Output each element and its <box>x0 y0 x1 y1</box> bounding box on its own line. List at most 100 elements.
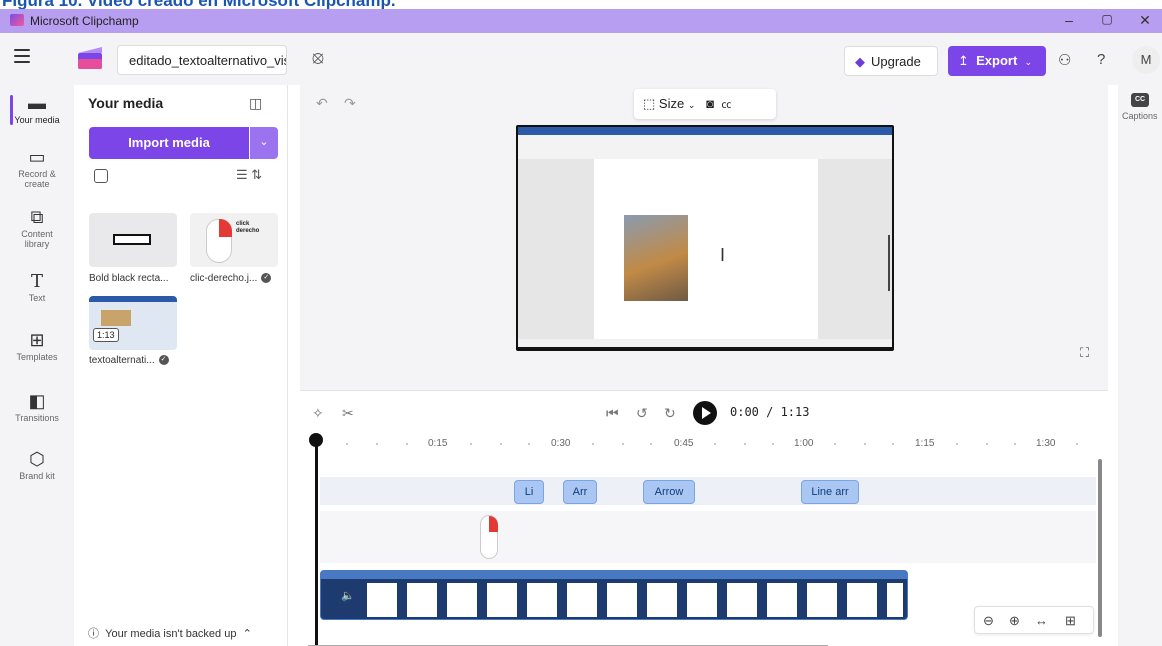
timeline-vertical-scrollbar[interactable] <box>1098 459 1102 637</box>
right-button-highlight <box>219 219 232 237</box>
backup-notice[interactable]: ⓘ Your media isn't backed up ⌃ <box>88 625 252 641</box>
video-frame-thumb <box>527 583 557 617</box>
captions-toggle-icon[interactable]: ㏄ <box>721 100 731 111</box>
fit-timeline-icon[interactable]: ↔ <box>1035 613 1048 628</box>
word-statusbar <box>518 339 892 347</box>
media-item-label: clic-derecho.j... <box>190 273 258 284</box>
thumbnail-image <box>101 310 131 326</box>
audio-icon[interactable]: 🔈 <box>341 589 355 602</box>
media-thumbnail[interactable]: click derecho <box>190 213 278 267</box>
forward-5s-icon[interactable]: ↻ <box>664 405 676 422</box>
text-clip[interactable]: Arr <box>563 480 597 504</box>
timeline-tick: 0:45 <box>674 438 694 449</box>
clipchamp-logo <box>78 47 102 69</box>
window-title: Microsoft Clipchamp <box>30 14 139 28</box>
diamond-icon: ◆ <box>855 54 865 69</box>
timeline-tick: 1:30 <box>1036 438 1056 449</box>
import-media-button[interactable]: Import media <box>89 127 249 159</box>
timeline-tick: 0:30 <box>551 438 571 449</box>
no-sync-icon[interactable]: ⦻ <box>312 47 324 68</box>
nav-item-transitions[interactable]: ◧ Transitions <box>0 391 74 423</box>
video-frame-thumb <box>727 583 757 617</box>
close-button[interactable]: ✕ <box>1130 12 1160 29</box>
video-frame-thumb <box>767 583 797 617</box>
right-button-highlight <box>489 516 498 532</box>
nav-item-record-create[interactable]: ▭ Record & create <box>0 147 74 189</box>
playhead[interactable] <box>315 437 318 646</box>
timeline-tick: 1:00 <box>794 438 814 449</box>
mouse-clip[interactable] <box>480 515 498 559</box>
dog-image <box>624 215 688 301</box>
expand-tracks-icon[interactable]: ⊞ <box>1065 613 1076 629</box>
rewind-5s-icon[interactable]: ↺ <box>636 405 648 422</box>
fullscreen-icon[interactable]: ⛶ <box>1080 345 1089 361</box>
video-preview[interactable]: I <box>516 125 894 351</box>
nav-item-brand-kit[interactable]: ⬡ Brand kit <box>0 449 74 481</box>
upgrade-button[interactable]: ◆ Upgrade <box>844 46 938 76</box>
nav-item-text[interactable]: T Text <box>0 271 74 303</box>
video-frame-thumb <box>647 583 677 617</box>
figure-caption-text: Figura 10. Video creado en Microsoft Cli… <box>2 0 396 9</box>
text-clip[interactable]: Arrow <box>643 480 695 504</box>
collapse-panel-icon[interactable]: ◫ <box>249 95 262 112</box>
help-icon[interactable]: ? <box>1097 51 1105 68</box>
folder-icon: ▬ <box>28 93 46 113</box>
video-frame-thumb <box>807 583 837 617</box>
media-thumbnail[interactable]: 1:13 <box>89 296 177 350</box>
sort-icon[interactable]: ☰ ⇅ <box>236 167 262 183</box>
preview-area: ↶ ↷ ⬚ Size ⌄ ◙ ㏄ I ⛶ <box>300 85 1108 390</box>
size-icon[interactable]: ⬚ <box>643 96 655 111</box>
video-track[interactable]: 🔈 <box>320 570 908 620</box>
text-cursor-icon: I <box>720 245 726 265</box>
undo-icon[interactable]: ↶ <box>316 95 328 112</box>
scissors-icon[interactable]: ✂ <box>342 405 354 422</box>
size-label[interactable]: Size <box>659 96 684 111</box>
select-all-checkbox[interactable] <box>94 169 108 183</box>
chevron-down-icon: ⌄ <box>259 136 269 148</box>
check-icon: ✓ <box>261 273 272 284</box>
left-navigation: ▬ Your media ▭ Record & create ⧉ Content… <box>0 85 74 646</box>
screenshot-icon[interactable]: ◙ <box>706 96 714 111</box>
media-thumbnail[interactable] <box>89 213 177 267</box>
text-clip[interactable]: Li <box>514 480 544 504</box>
timecode: 0:00 / 1:13 <box>730 405 810 419</box>
play-button[interactable] <box>693 401 717 425</box>
chevron-down-icon: ⌄ <box>1024 57 1033 67</box>
menu-icon[interactable] <box>14 49 30 63</box>
playhead-handle[interactable] <box>309 433 323 447</box>
timeline: ✧ ✂ ⏮ ↺ ↻ 0:00 / 1:13 0:15 0:30 0:45 1:0… <box>300 390 1108 646</box>
import-dropdown-button[interactable]: ⌄ <box>250 127 278 159</box>
avatar[interactable]: M <box>1132 46 1160 74</box>
project-name-input[interactable]: editado_textoalternativo_visi <box>117 45 287 75</box>
video-frame-thumb <box>447 583 477 617</box>
scrollbar <box>888 235 890 291</box>
share-icon[interactable]: ⚇ <box>1058 51 1071 69</box>
text-track[interactable] <box>320 477 1096 505</box>
word-ribbon <box>518 135 892 159</box>
window-titlebar: Microsoft Clipchamp – ▢ ✕ <box>0 9 1162 33</box>
magic-wand-icon[interactable]: ✧ <box>312 405 324 422</box>
video-clip-header <box>321 571 907 579</box>
video-frame-thumb <box>367 583 397 617</box>
transitions-icon: ◧ <box>28 391 46 411</box>
skip-back-icon[interactable]: ⏮ <box>606 405 619 422</box>
captions-icon[interactable]: CC <box>1131 93 1149 107</box>
redo-icon[interactable]: ↷ <box>344 95 356 112</box>
maximize-button[interactable]: ▢ <box>1092 12 1122 26</box>
minimize-button[interactable]: – <box>1054 12 1084 28</box>
camera-icon: ▭ <box>28 147 46 167</box>
zoom-in-icon[interactable]: ⊕ <box>1009 613 1020 629</box>
video-frame-thumb <box>487 583 517 617</box>
video-frame-thumb <box>567 583 597 617</box>
preview-toolbar: ⬚ Size ⌄ ◙ ㏄ <box>634 89 776 119</box>
image-track[interactable] <box>320 511 1096 563</box>
nav-item-templates[interactable]: ⊞ Templates <box>0 330 74 362</box>
upload-icon: ↥ <box>958 53 969 68</box>
zoom-out-icon[interactable]: ⊖ <box>983 613 994 629</box>
nav-item-your-media[interactable]: ▬ Your media <box>0 93 74 125</box>
text-icon: T <box>30 271 43 292</box>
nav-item-content-library[interactable]: ⧉ Content library <box>0 207 74 249</box>
text-clip[interactable]: Line arr <box>801 480 859 504</box>
export-button[interactable]: ↥ Export ⌄ <box>948 46 1046 76</box>
captions-label[interactable]: Captions <box>1122 111 1158 121</box>
